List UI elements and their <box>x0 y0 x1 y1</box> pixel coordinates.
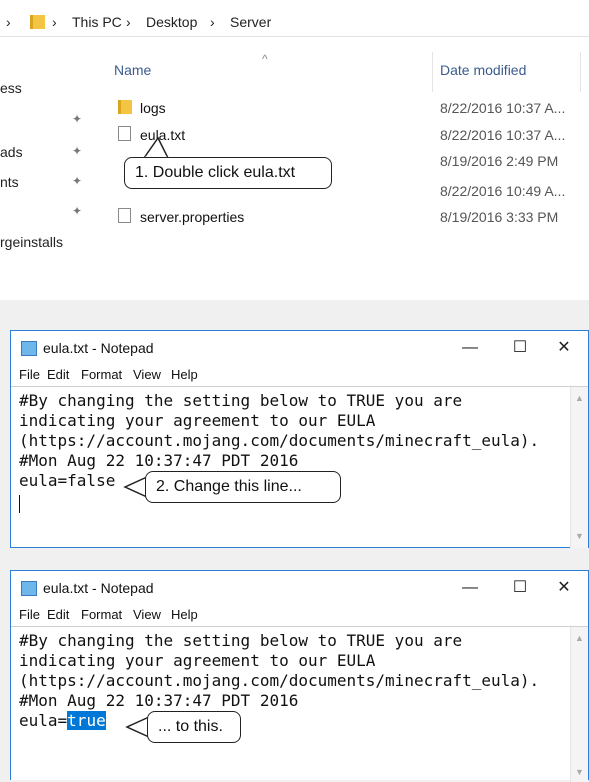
window-title: eula.txt - Notepad <box>43 340 154 356</box>
pin-icon[interactable]: ✦ <box>72 204 82 218</box>
file-date: 8/22/2016 10:37 A... <box>440 100 566 116</box>
menu-format[interactable]: Format <box>81 367 122 382</box>
menu-format[interactable]: Format <box>81 607 122 622</box>
minimize-button[interactable]: — <box>447 333 493 363</box>
scroll-up-icon[interactable]: ▲ <box>575 393 584 403</box>
eula-key: eula= <box>19 711 68 730</box>
chevron-right-icon: › <box>126 14 131 30</box>
pin-icon[interactable]: ✦ <box>72 144 82 158</box>
menu-edit[interactable]: Edit <box>47 367 69 382</box>
menu-view[interactable]: View <box>133 367 161 382</box>
menu-bar: File Edit Format View Help <box>11 605 588 625</box>
folder-icon <box>118 100 132 114</box>
text-line: #By changing the setting below to TRUE y… <box>19 631 463 650</box>
text-editor[interactable]: #By changing the setting below to TRUE y… <box>11 386 588 548</box>
close-button[interactable]: ✕ <box>541 573 587 603</box>
menu-file[interactable]: File <box>19 607 40 622</box>
menu-help[interactable]: Help <box>171 607 198 622</box>
title-bar[interactable]: eula.txt - Notepad — ☐ ✕ <box>11 331 588 365</box>
breadcrumb-server[interactable]: Server <box>230 14 271 30</box>
text-line: #By changing the setting below to TRUE y… <box>19 391 463 410</box>
sidebar-item-documents[interactable]: nts <box>0 174 19 190</box>
text-file-icon <box>118 208 131 223</box>
text-line: #Mon Aug 22 10:37:47 PDT 2016 <box>19 451 299 470</box>
close-button[interactable]: ✕ <box>541 333 587 363</box>
callout-change-line: 2. Change this line... <box>145 471 341 503</box>
file-row-logs[interactable]: logs <box>140 100 166 116</box>
notepad-icon <box>21 341 37 356</box>
callout-double-click: 1. Double click eula.txt <box>124 157 332 189</box>
menu-edit[interactable]: Edit <box>47 607 69 622</box>
file-date: 8/19/2016 3:33 PM <box>440 209 559 225</box>
window-title: eula.txt - Notepad <box>43 580 154 596</box>
scroll-down-icon[interactable]: ▼ <box>575 767 584 777</box>
eula-false-line: eula=false <box>19 471 116 490</box>
sidebar-item-quick-access[interactable]: ess <box>0 80 22 96</box>
callout-to-this: ... to this. <box>147 711 241 743</box>
breadcrumb-desktop[interactable]: Desktop <box>146 14 197 30</box>
chevron-right-icon: › <box>210 14 215 30</box>
scroll-up-icon[interactable]: ▲ <box>575 633 584 643</box>
eula-true-line: eula=true <box>19 711 106 731</box>
chevron-right-icon: › <box>6 14 11 30</box>
file-date: 8/22/2016 10:37 A... <box>440 127 566 143</box>
breadcrumb-this-pc[interactable]: This PC <box>72 14 122 30</box>
column-divider[interactable] <box>580 52 581 92</box>
text-line: #Mon Aug 22 10:37:47 PDT 2016 <box>19 691 299 710</box>
column-header-name[interactable]: Name <box>114 62 151 78</box>
menu-view[interactable]: View <box>133 607 161 622</box>
menu-help[interactable]: Help <box>171 367 198 382</box>
text-line: (https://account.mojang.com/documents/mi… <box>19 671 540 690</box>
sidebar-item-forgeinstalls[interactable]: rgeinstalls <box>0 234 63 250</box>
column-divider[interactable] <box>432 52 433 92</box>
folder-icon <box>30 15 45 29</box>
maximize-button[interactable]: ☐ <box>497 573 543 603</box>
file-row-server-properties[interactable]: server.properties <box>140 209 244 225</box>
selected-text: true <box>67 711 106 730</box>
maximize-button[interactable]: ☐ <box>497 333 543 363</box>
scroll-down-icon[interactable]: ▼ <box>575 531 584 541</box>
pin-icon[interactable]: ✦ <box>72 174 82 188</box>
text-cursor <box>19 495 20 513</box>
vertical-scrollbar[interactable]: ▲ ▼ <box>570 387 588 548</box>
notepad-icon <box>21 581 37 596</box>
address-bar[interactable]: › › This PC › Desktop › Server <box>0 8 589 37</box>
pin-icon[interactable]: ✦ <box>72 112 82 126</box>
column-header-date[interactable]: Date modified <box>440 62 526 78</box>
menu-file[interactable]: File <box>19 367 40 382</box>
text-line: indicating your agreement to our EULA <box>19 411 376 430</box>
chevron-right-icon: › <box>52 14 57 30</box>
menu-bar: File Edit Format View Help <box>11 365 588 385</box>
title-bar[interactable]: eula.txt - Notepad — ☐ ✕ <box>11 571 588 605</box>
notepad-window-before: eula.txt - Notepad — ☐ ✕ File Edit Forma… <box>10 330 589 548</box>
sort-ascending-icon: ^ <box>262 52 268 66</box>
minimize-button[interactable]: — <box>447 573 493 603</box>
notepad-window-after: eula.txt - Notepad — ☐ ✕ File Edit Forma… <box>10 570 589 782</box>
sidebar-item-downloads[interactable]: ads <box>0 144 23 160</box>
vertical-scrollbar[interactable]: ▲ ▼ <box>570 627 588 782</box>
file-date: 8/19/2016 2:49 PM <box>440 153 559 169</box>
text-line: (https://account.mojang.com/documents/mi… <box>19 431 540 450</box>
file-explorer: › › This PC › Desktop › Server ^ Name Da… <box>0 0 589 300</box>
text-editor[interactable]: #By changing the setting below to TRUE y… <box>11 626 588 782</box>
text-line: indicating your agreement to our EULA <box>19 651 376 670</box>
text-file-icon <box>118 126 131 141</box>
file-date: 8/22/2016 10:49 A... <box>440 183 566 199</box>
